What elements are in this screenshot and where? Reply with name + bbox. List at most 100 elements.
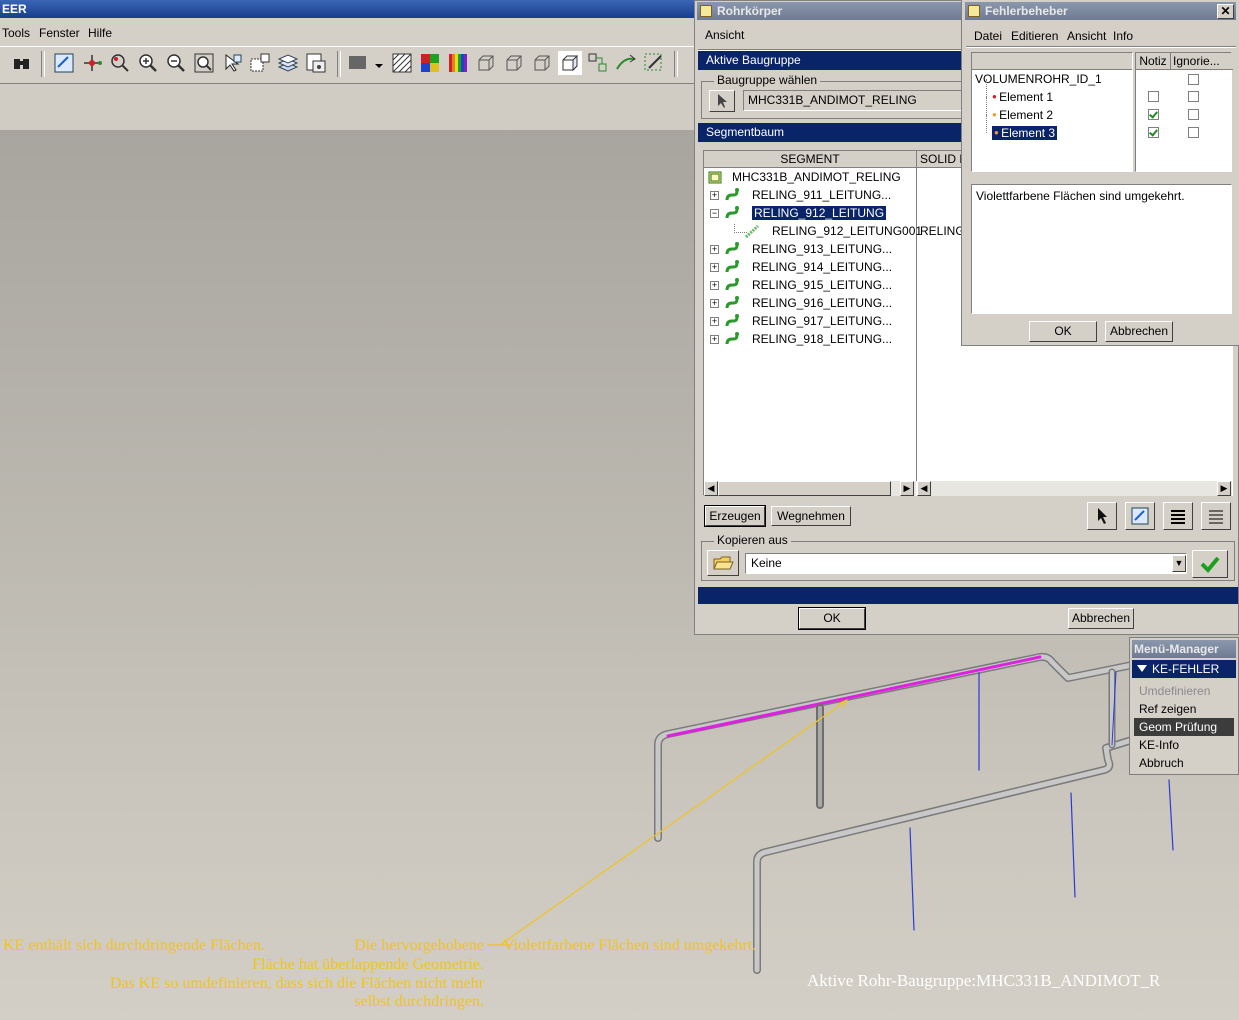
fehlerbeheber-dialog: Fehlerbeheber ✕ Datei Editieren Ansicht … bbox=[961, 0, 1239, 346]
pipe-segment-icon bbox=[724, 295, 740, 311]
tree-row[interactable]: RELING_915_LEITUNG... bbox=[752, 276, 892, 294]
error-item[interactable]: ● Element 2 bbox=[992, 106, 1053, 124]
menu-manager-item[interactable]: Abbruch bbox=[1134, 754, 1234, 772]
pipe-segment-icon bbox=[724, 277, 740, 293]
error-message-box[interactable]: Violettfarbene Flächen sind umgekehrt. bbox=[971, 184, 1232, 314]
menu-manager-item[interactable]: KE-Info bbox=[1134, 736, 1234, 754]
annotation-text: Fläche hat überlappende Geometrie. bbox=[252, 956, 484, 973]
chevron-down-icon[interactable]: ▼ bbox=[1172, 555, 1186, 572]
pipe-segment-icon bbox=[724, 313, 740, 329]
copy-from-select[interactable]: Keine bbox=[745, 553, 1187, 574]
column-header-segment[interactable]: SEGMENT bbox=[704, 151, 917, 168]
tree-row[interactable]: RELING_912_LEITUNG001 bbox=[772, 222, 922, 240]
confirm-button[interactable] bbox=[1192, 550, 1228, 578]
list-icon bbox=[1171, 510, 1185, 524]
ignore-checkbox[interactable] bbox=[1188, 91, 1199, 102]
remove-button[interactable]: Wegnehmen bbox=[771, 506, 851, 526]
progress-bar bbox=[698, 587, 1238, 604]
scroll-left-icon[interactable]: ◀ bbox=[917, 481, 931, 496]
create-button[interactable]: Erzeugen bbox=[704, 505, 766, 527]
pipe-segment-icon bbox=[724, 331, 740, 347]
chevron-down-icon bbox=[1137, 665, 1147, 672]
tree-expander-icon[interactable]: + bbox=[710, 281, 719, 290]
menu-info[interactable]: Info bbox=[1113, 29, 1133, 43]
tree-expander-icon[interactable]: + bbox=[710, 317, 719, 326]
tree-expander-icon[interactable]: + bbox=[710, 299, 719, 308]
scroll-right-icon[interactable]: ▶ bbox=[900, 481, 914, 496]
cancel-button[interactable]: Abbrechen bbox=[1068, 608, 1134, 629]
ignore-checkbox[interactable] bbox=[1188, 127, 1199, 138]
tree-row[interactable]: RELING_918_LEITUNG... bbox=[752, 330, 892, 348]
scroll-right-icon[interactable]: ▶ bbox=[1217, 481, 1231, 496]
menu-editieren[interactable]: Editieren bbox=[1011, 29, 1058, 43]
redraw-button[interactable] bbox=[1125, 502, 1155, 530]
error-tree[interactable]: VOLUMENROHR_ID_1 ● Element 1 ● Element 2 ●… bbox=[971, 52, 1133, 172]
pointer-button[interactable] bbox=[1087, 502, 1117, 530]
folder-icon bbox=[713, 556, 734, 570]
annotation-text: Violettfarbene Flächen sind umgekehrt. bbox=[503, 937, 757, 954]
menu-manager-item[interactable]: Geom Prüfung bbox=[1134, 718, 1234, 736]
horizontal-scrollbar[interactable]: ◀ ▶ bbox=[917, 481, 1232, 496]
tree-row[interactable]: RELING_913_LEITUNG... bbox=[752, 240, 892, 258]
tree-header bbox=[972, 53, 1132, 70]
redraw-icon bbox=[1131, 507, 1149, 525]
tree-row[interactable]: RELING_914_LEITUNG... bbox=[752, 258, 892, 276]
tree-expander-icon[interactable]: + bbox=[710, 335, 719, 344]
tree-row[interactable]: MHC331B_ANDIMOT_RELING bbox=[732, 168, 901, 186]
open-folder-button[interactable] bbox=[707, 550, 739, 576]
scroll-thumb[interactable] bbox=[718, 481, 891, 496]
ok-button[interactable]: OK bbox=[1029, 321, 1097, 342]
note-checkbox[interactable] bbox=[1148, 127, 1159, 138]
tree-row[interactable]: RELING_911_LEITUNG... bbox=[752, 186, 891, 204]
tree-expander-icon[interactable]: + bbox=[710, 263, 719, 272]
close-icon[interactable]: ✕ bbox=[1217, 4, 1234, 19]
error-item[interactable]: ● Element 1 bbox=[992, 88, 1053, 106]
fehlerbeheber-title-bar: Fehlerbeheber bbox=[965, 2, 1236, 20]
tree-row[interactable]: RELING_916_LEITUNG... bbox=[752, 294, 892, 312]
menu-manager-item[interactable]: Ref zeigen bbox=[1134, 700, 1234, 718]
tree-row-label: MHC331B_ANDIMOT_RELING bbox=[732, 170, 901, 184]
rohrkoerper-title-bar: Rohrkörper bbox=[697, 2, 963, 20]
menu-manager-header[interactable]: KE-FEHLER bbox=[1132, 660, 1236, 678]
ignore-checkbox[interactable] bbox=[1188, 109, 1199, 120]
status-message: Aktive Rohr-Baugruppe:MHC331B_ANDIMOT_R bbox=[807, 971, 1161, 990]
ignore-checkbox[interactable] bbox=[1188, 74, 1199, 85]
horizontal-scrollbar[interactable]: ◀ ▶ bbox=[704, 481, 916, 496]
fehlerbeheber-title: Fehlerbeheber bbox=[985, 4, 1068, 18]
menu-manager-item[interactable]: Umdefinieren bbox=[1134, 682, 1234, 700]
tree-expander-icon[interactable]: − bbox=[710, 209, 719, 218]
select-arrow-button[interactable] bbox=[709, 90, 735, 112]
rohrkoerper-menu-ansicht[interactable]: Ansicht bbox=[705, 28, 744, 42]
note-checkbox[interactable] bbox=[1148, 91, 1159, 102]
menu-ansicht[interactable]: Ansicht bbox=[1067, 29, 1106, 43]
checkmark-icon bbox=[1200, 556, 1220, 573]
tree-row[interactable]: RELING_917_LEITUNG... bbox=[752, 312, 892, 330]
pipe-segment-icon bbox=[724, 187, 740, 203]
cursor-arrow-icon bbox=[1098, 508, 1107, 524]
menu-manager-header-label: KE-FEHLER bbox=[1152, 662, 1220, 676]
list-button[interactable] bbox=[1201, 502, 1231, 530]
error-item-label: ● Element 2 bbox=[992, 108, 1054, 122]
tree-row[interactable]: RELING_912_LEITUNG bbox=[752, 204, 887, 222]
column-header-ignore[interactable]: Ignorie... bbox=[1171, 53, 1233, 70]
tree-expander-icon[interactable]: + bbox=[710, 245, 719, 254]
select-group-label: Baugruppe wählen bbox=[714, 73, 821, 87]
error-item[interactable]: ● Element 3 bbox=[992, 124, 1058, 142]
pipe-segment-icon bbox=[724, 241, 740, 257]
error-item-label: ● Element 1 bbox=[992, 90, 1054, 104]
annotation-text: Die hervorgehobene bbox=[354, 937, 484, 954]
tree-expander-icon[interactable]: + bbox=[710, 191, 719, 200]
window-icon bbox=[700, 5, 712, 17]
scroll-left-icon[interactable]: ◀ bbox=[704, 481, 718, 496]
list-icon bbox=[1209, 510, 1223, 524]
ok-button[interactable]: OK bbox=[798, 607, 866, 630]
tree-row-label: RELING_912_LEITUNG001 bbox=[772, 224, 923, 238]
cursor-arrow-icon bbox=[718, 94, 727, 108]
menu-datei[interactable]: Datei bbox=[974, 29, 1002, 43]
note-checkbox[interactable] bbox=[1148, 109, 1159, 120]
list-bold-button[interactable] bbox=[1163, 502, 1193, 530]
flags-table[interactable]: Notiz Ignorie... bbox=[1135, 52, 1233, 172]
column-header-notiz[interactable]: Notiz bbox=[1136, 53, 1171, 70]
tree-row-label: RELING_917_LEITUNG... bbox=[752, 314, 893, 328]
cancel-button[interactable]: Abbrechen bbox=[1105, 321, 1173, 342]
